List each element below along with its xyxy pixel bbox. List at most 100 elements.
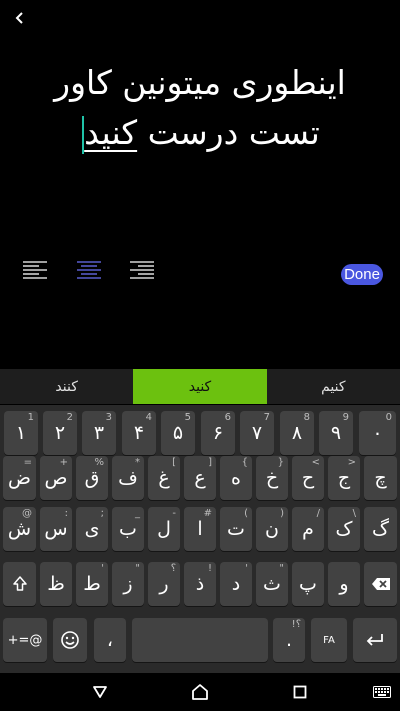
- key[interactable]: ذ!: [184, 562, 216, 606]
- key-label: ۱: [15, 422, 27, 444]
- align-right-button[interactable]: [129, 258, 155, 282]
- key-hint: 0: [385, 412, 392, 423]
- key-hint: ': [245, 563, 248, 574]
- navigation-bar: [0, 673, 400, 711]
- symbols-key[interactable]: +=@: [3, 618, 47, 662]
- key[interactable]: ر ؟: [148, 562, 180, 606]
- key-hint: +: [59, 457, 68, 468]
- align-right-icon: [130, 261, 154, 279]
- suggestion-item[interactable]: کنیم: [267, 369, 400, 404]
- key[interactable]: ۵5: [161, 411, 195, 455]
- key[interactable]: چ: [364, 456, 397, 500]
- key-label: ۴: [133, 422, 145, 444]
- key-hint: #: [203, 508, 212, 519]
- emoji-key[interactable]: [53, 618, 87, 662]
- key[interactable]: ش @: [3, 507, 36, 551]
- key[interactable]: غ[: [148, 456, 180, 500]
- nav-recents-button[interactable]: [288, 681, 312, 703]
- key-label: ا: [197, 518, 203, 540]
- key[interactable]: ۱1: [4, 411, 38, 455]
- align-center-icon: [77, 261, 101, 279]
- language-key[interactable]: FA: [311, 618, 347, 662]
- key-label: ذ: [195, 573, 205, 595]
- key-label: ز: [123, 573, 133, 595]
- key[interactable]: ه{: [220, 456, 252, 500]
- done-button[interactable]: Done: [341, 264, 383, 285]
- chevron-left-icon: [15, 12, 23, 24]
- key[interactable]: ت(: [220, 507, 252, 551]
- key[interactable]: ۲2: [43, 411, 77, 455]
- key[interactable]: ط ': [76, 562, 108, 606]
- key[interactable]: ق%: [76, 456, 108, 500]
- key[interactable]: ف *: [112, 456, 144, 500]
- period-key[interactable]: . !؟: [273, 618, 305, 662]
- key-hint: :: [64, 508, 68, 519]
- key[interactable]: ل-: [148, 507, 180, 551]
- nav-home-button[interactable]: [188, 681, 212, 703]
- key-hint: ": [279, 563, 284, 574]
- suggestion-item-selected[interactable]: کنید: [133, 369, 267, 404]
- key[interactable]: پ: [292, 562, 324, 606]
- nav-back-button[interactable]: [88, 681, 112, 703]
- key-hint: 9: [342, 412, 349, 423]
- key-label: س: [44, 518, 68, 540]
- key-hint: <: [311, 457, 320, 468]
- key-label: ی: [84, 518, 100, 540]
- key-label: ن: [265, 518, 279, 540]
- key-label: ۲: [54, 422, 66, 444]
- key-label: خ: [265, 467, 279, 489]
- key-hint: [: [172, 457, 176, 468]
- suggestion-item[interactable]: کنند: [0, 369, 133, 404]
- key[interactable]: د ': [220, 562, 252, 606]
- key[interactable]: ۳3: [82, 411, 116, 455]
- back-button[interactable]: [8, 6, 32, 30]
- key-hint: 8: [303, 412, 310, 423]
- align-center-button[interactable]: [76, 258, 102, 282]
- key[interactable]: م /: [292, 507, 324, 551]
- keyboard-icon: [373, 686, 391, 698]
- key[interactable]: خ}: [256, 456, 288, 500]
- enter-key[interactable]: [353, 618, 397, 662]
- editor-line-2-start: تست درست: [137, 113, 320, 152]
- key-label: ب: [119, 518, 137, 540]
- align-left-button[interactable]: [22, 258, 48, 282]
- key-label: و: [339, 573, 349, 595]
- key-label: ش: [7, 518, 32, 540]
- keyboard: ۱1 ۲2 ۳3 ۴4 ۵5 ۶6 ۷7 ۸8 ۹9 ۰0 چ ج > ح < خ}…: [0, 405, 400, 673]
- key-label: گ: [371, 518, 389, 540]
- key-label: ۵: [172, 422, 184, 444]
- key[interactable]: ی;: [76, 507, 108, 551]
- key[interactable]: ا #: [184, 507, 216, 551]
- key[interactable]: ک \: [328, 507, 360, 551]
- backspace-key[interactable]: [364, 562, 397, 606]
- key[interactable]: س:: [40, 507, 72, 551]
- key[interactable]: ۴4: [122, 411, 156, 455]
- key[interactable]: ح <: [292, 456, 324, 500]
- key[interactable]: ن): [256, 507, 288, 551]
- key[interactable]: ظ: [40, 562, 72, 606]
- key[interactable]: ج >: [328, 456, 360, 500]
- comma-key[interactable]: ،: [94, 618, 126, 662]
- key-label: ق: [84, 467, 100, 489]
- key[interactable]: ۷7: [240, 411, 274, 455]
- key[interactable]: ص +: [40, 456, 72, 500]
- key[interactable]: ث ": [256, 562, 288, 606]
- key[interactable]: و: [328, 562, 360, 606]
- key-label: د: [231, 573, 241, 595]
- key[interactable]: ۸8: [280, 411, 314, 455]
- key-label: م: [302, 518, 314, 540]
- cover-text-editor[interactable]: اینطوری میتونین کاور تست درست کنید: [20, 58, 380, 158]
- key[interactable]: ب _: [112, 507, 144, 551]
- keyboard-switch-button[interactable]: [370, 681, 394, 703]
- key[interactable]: گ: [364, 507, 397, 551]
- key[interactable]: ۰0: [359, 411, 396, 455]
- shift-key[interactable]: [3, 562, 36, 606]
- space-key[interactable]: [132, 618, 268, 662]
- key[interactable]: ع]: [184, 456, 216, 500]
- key-label: ۰: [372, 422, 383, 444]
- key[interactable]: ۶6: [201, 411, 235, 455]
- key-hint: !؟: [291, 619, 301, 630]
- key[interactable]: ۹9: [319, 411, 353, 455]
- key[interactable]: ز ": [112, 562, 144, 606]
- key[interactable]: ض =: [3, 456, 36, 500]
